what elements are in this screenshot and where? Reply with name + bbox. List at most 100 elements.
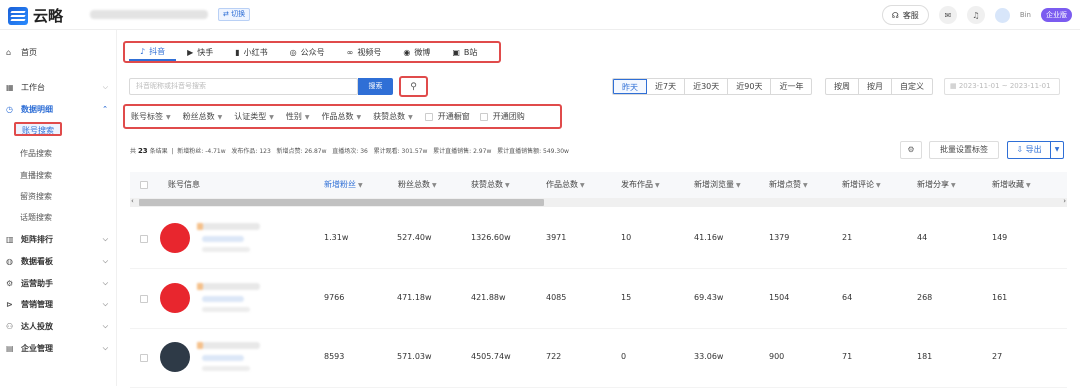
batch-tag-button[interactable]: 批量设置标签 <box>929 141 999 159</box>
chevron-down-icon: ⌵ <box>102 278 108 287</box>
search-button[interactable]: 搜索 <box>358 78 393 95</box>
filter-gender[interactable]: 性别 ▼ <box>286 111 310 122</box>
date-30d[interactable]: 近30天 <box>685 79 729 94</box>
date-range-picker[interactable]: ▦ 2023-11-01 ~ 2023-11-01 <box>944 78 1060 95</box>
table-cell: 1326.60w <box>471 233 511 242</box>
sidebar-subitem-topic-search[interactable]: 话题搜索 <box>20 212 52 223</box>
export-button[interactable]: ⇩ 导出 ▼ <box>1007 141 1064 159</box>
account-avatar[interactable] <box>160 223 190 253</box>
col-new-views[interactable]: 新增浏览量 ▼ <box>694 172 741 198</box>
logo[interactable]: 云略 <box>8 5 63 26</box>
account-name-blurred <box>90 10 208 19</box>
sidebar-item-marketing[interactable]: ⊳ 营销管理 ⌵ <box>6 297 110 311</box>
switch-button[interactable]: ⇄ 切换 <box>218 8 251 21</box>
tab-weibo[interactable]: ◉ 微博 <box>392 43 441 61</box>
col-new-shares[interactable]: 新增分享 ▼ <box>917 172 956 198</box>
date-7d[interactable]: 近7天 <box>647 79 686 94</box>
checkbox-group-buy[interactable]: 开通团购 <box>479 111 525 122</box>
filter-works-total[interactable]: 作品总数 ▼ <box>322 111 362 122</box>
table-row[interactable]: 8593 571.03w 4505.74w 722 0 33.06w 900 71 181 27 <box>130 330 1067 388</box>
row-checkbox[interactable] <box>140 235 148 243</box>
account-id-blurred <box>202 236 244 242</box>
date-1y[interactable]: 近一年 <box>771 79 811 94</box>
date-yesterday[interactable]: 昨天 <box>613 79 647 94</box>
select-all-checkbox[interactable] <box>140 181 148 189</box>
filter-account-tag[interactable]: 账号标签 ▼ <box>131 111 171 122</box>
marketing-icon: ⊳ <box>6 299 13 309</box>
search-input[interactable]: 抖音昵称或抖音号搜索 <box>129 78 358 95</box>
checkbox-box[interactable] <box>424 112 433 121</box>
date-range-value: 2023-11-01 ~ 2023-11-01 <box>958 82 1051 90</box>
export-label[interactable]: ⇩ 导出 <box>1008 142 1050 158</box>
col-works-total[interactable]: 作品总数 ▼ <box>546 172 585 198</box>
date-custom[interactable]: 自定义 <box>892 79 932 94</box>
sidebar-item-matrix-rank[interactable]: ▥ 矩阵排行 ⌵ <box>6 232 110 246</box>
sidebar-item-influencer[interactable]: ⚇ 达人投放 ⌵ <box>6 319 110 333</box>
account-avatar[interactable] <box>160 283 190 313</box>
filter-verify-type[interactable]: 认证类型 ▼ <box>234 111 274 122</box>
table-cell: 268 <box>917 293 933 302</box>
row-checkbox[interactable] <box>140 295 148 303</box>
chevron-down-icon: ⌵ <box>102 82 108 91</box>
horizontal-scrollbar[interactable]: ‹ › <box>130 197 1067 207</box>
table-cell: 1504 <box>769 293 790 302</box>
col-new-likes[interactable]: 新增点赞 ▼ <box>769 172 808 198</box>
scroll-right-icon[interactable]: › <box>1063 197 1066 205</box>
row-checkbox[interactable] <box>140 354 148 362</box>
col-published[interactable]: 发布作品 ▼ <box>621 172 660 198</box>
table-row[interactable]: 9766 471.18w 421.88w 4085 15 69.43w 1504 64 268 1… <box>130 271 1067 329</box>
sidebar-item-dashboard[interactable]: ◍ 数据看板 ⌵ <box>6 254 110 268</box>
account-tags-blurred <box>202 366 250 371</box>
user-name[interactable]: Bin <box>1020 11 1031 19</box>
account-avatar[interactable] <box>160 342 190 372</box>
col-fans-total[interactable]: 粉丝总数 ▼ <box>398 172 437 198</box>
advanced-search-button[interactable]: ⚲ <box>399 76 428 97</box>
main-content: ♪ 抖音 ▶ 快手 ▮ 小红书 ◎ 公众号 ∞ 视频号 ◉ 微博 ▣ B站 抖音昵称或抖音号搜… <box>117 30 1080 388</box>
customer-service-button[interactable]: ☊ 客服 <box>881 5 929 25</box>
settings-gear-icon[interactable]: ⚙ <box>900 141 922 159</box>
sidebar-item-ops-assistant[interactable]: ⚙ 运营助手 ⌵ <box>6 276 110 290</box>
checkbox-showcase[interactable]: 开通橱窗 <box>424 111 470 122</box>
date-mode-group: 按周 按月 自定义 <box>825 78 933 95</box>
col-new-favorites[interactable]: 新增收藏 ▼ <box>992 172 1031 198</box>
col-new-fans[interactable]: 新增粉丝 ▼ <box>324 172 363 198</box>
bell-icon[interactable]: ♫ <box>966 6 985 24</box>
sidebar-item-data-detail[interactable]: ◷ 数据明细 ⌃ <box>6 102 110 116</box>
tab-label: 微博 <box>414 47 431 57</box>
scrollbar-thumb[interactable] <box>139 199 544 206</box>
filter-fans-total[interactable]: 粉丝总数 ▼ <box>183 111 223 122</box>
date-by-week[interactable]: 按周 <box>826 79 859 94</box>
result-stats: 共 23 条结果 | 新增粉丝: -4.71w 发布作品: 123 新增点赞: … <box>130 147 569 155</box>
influencer-icon: ⚇ <box>6 321 14 331</box>
message-icon[interactable]: ✉ <box>938 6 957 24</box>
sidebar-subitem-lead-search[interactable]: 留资搜索 <box>20 191 52 202</box>
date-90d[interactable]: 近90天 <box>728 79 772 94</box>
sidebar-item-company[interactable]: ▤ 企业管理 ⌵ <box>6 341 110 355</box>
tab-douyin[interactable]: ♪ 抖音 <box>129 43 177 61</box>
date-by-month[interactable]: 按月 <box>859 79 892 94</box>
filter-likes-total[interactable]: 获赞总数 ▼ <box>373 111 413 122</box>
col-new-comments[interactable]: 新增评论 ▼ <box>842 172 881 198</box>
scroll-left-icon[interactable]: ‹ <box>131 197 134 205</box>
rank-icon: ▥ <box>6 234 14 244</box>
table-cell: 8593 <box>324 352 345 361</box>
table-row[interactable]: 1.31w 527.40w 1326.60w 3971 10 41.16w 1379 21 44… <box>130 211 1067 269</box>
chevron-down-icon[interactable]: ▼ <box>1050 142 1063 158</box>
checkbox-box[interactable] <box>479 112 488 121</box>
avatar[interactable] <box>994 7 1010 23</box>
tab-bilibili[interactable]: ▣ B站 <box>441 43 488 61</box>
tab-xiaohongshu[interactable]: ▮ 小红书 <box>224 43 278 61</box>
headset-icon: ☊ <box>891 10 899 20</box>
tab-channels[interactable]: ∞ 视频号 <box>336 43 393 61</box>
sidebar-item-home[interactable]: ⌂ 首页 <box>6 45 110 59</box>
sidebar-subitem-works-search[interactable]: 作品搜索 <box>20 148 52 159</box>
channels-icon: ∞ <box>346 47 354 57</box>
sidebar-subitem-live-search[interactable]: 直播搜索 <box>20 170 52 181</box>
tab-wechat-official[interactable]: ◎ 公众号 <box>279 43 336 61</box>
sidebar-subitem-account-search[interactable]: 账号搜索 <box>14 122 62 136</box>
table-cell: 33.06w <box>694 352 724 361</box>
tab-kuaishou[interactable]: ▶ 快手 <box>176 43 224 61</box>
col-likes-total[interactable]: 获赞总数 ▼ <box>471 172 510 198</box>
sidebar-item-workbench[interactable]: ▦ 工作台 ⌵ <box>6 80 110 94</box>
tab-label: 抖音 <box>149 46 166 56</box>
